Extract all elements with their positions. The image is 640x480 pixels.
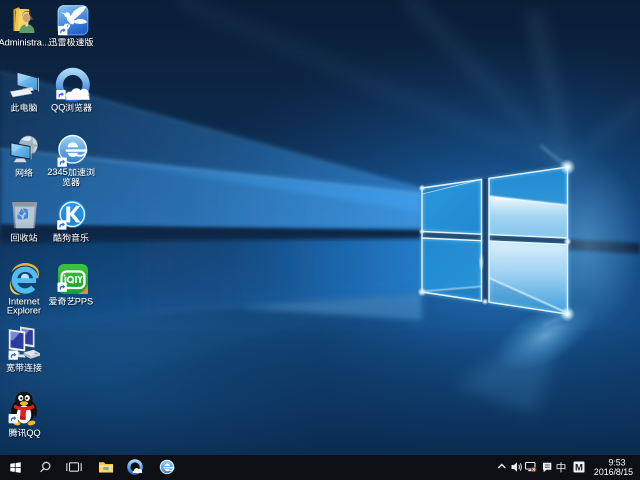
svg-text:QQ: QQ	[51, 103, 65, 113]
svg-text:2345: 2345	[47, 167, 67, 177]
svg-text:2016/8/15: 2016/8/15	[594, 467, 633, 477]
svg-text:M: M	[575, 463, 583, 474]
svg-text:Administra...: Administra...	[0, 38, 50, 48]
svg-text:PPS: PPS	[75, 296, 93, 306]
svg-text:9:53: 9:53	[608, 457, 625, 467]
svg-text:QQ: QQ	[26, 428, 40, 438]
svg-text:Explorer: Explorer	[7, 306, 41, 316]
